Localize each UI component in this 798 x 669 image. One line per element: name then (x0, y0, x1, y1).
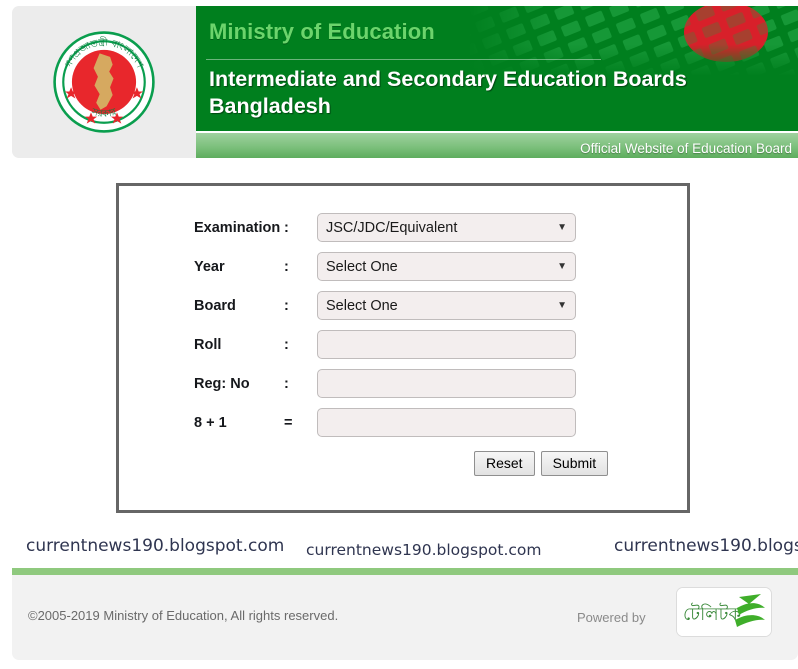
flag-band: Ministry of Education Intermediate and S… (196, 6, 798, 131)
header-divider (206, 59, 601, 60)
logo-panel: গণপ্রজাতন্ত্রী বাংলাদেশ সরকার (12, 6, 196, 158)
label-roll: Roll (194, 336, 222, 353)
separator-registration: : (284, 375, 289, 392)
form-row-registration: Reg: No : (119, 364, 687, 403)
site-header: গণপ্রজাতন্ত্রী বাংলাদেশ সরকার Ministry o… (6, 0, 798, 158)
separator-board: : (284, 297, 289, 314)
label-year: Year (194, 258, 225, 275)
teletalk-logo-icon: টেলিটক (677, 588, 771, 636)
chevron-down-icon: ▼ (557, 300, 567, 311)
separator-year: : (284, 258, 289, 275)
copyright-text: ©2005-2019 Ministry of Education, All ri… (28, 608, 339, 623)
chevron-down-icon: ▼ (557, 261, 567, 272)
separator-roll: : (284, 336, 289, 353)
form-actions: Reset Submit (119, 442, 687, 484)
select-year[interactable]: Select One ▼ (317, 252, 576, 281)
form-row-board: Board : Select One ▼ (119, 286, 687, 325)
ministry-row: Ministry of Education (196, 6, 798, 58)
form-row-examination: Examination : JSC/JDC/Equivalent ▼ (119, 208, 687, 247)
form-fields: Examination : JSC/JDC/Equivalent ▼ Year … (119, 186, 687, 484)
roll-input[interactable] (317, 330, 576, 359)
form-row-year: Year : Select One ▼ (119, 247, 687, 286)
watermark-text: currentnews190.blogspot.com (306, 541, 542, 559)
footer-divider (12, 568, 798, 575)
svg-text:টেলিটক: টেলিটক (683, 603, 741, 625)
select-board[interactable]: Select One ▼ (317, 291, 576, 320)
powered-by-text: Powered by (577, 610, 646, 625)
registration-input[interactable] (317, 369, 576, 398)
boards-title: Intermediate and Secondary Education Boa… (209, 67, 687, 118)
bangladesh-government-emblem-icon: গণপ্রজাতন্ত্রী বাংলাদেশ সরকার (53, 31, 155, 133)
page-container: গণপ্রজাতন্ত্রী বাংলাদেশ সরকার Ministry o… (6, 0, 798, 669)
teletalk-logo[interactable]: টেলিটক (676, 587, 772, 637)
label-registration: Reg: No (194, 375, 250, 392)
ministry-title: Ministry of Education (209, 19, 435, 44)
official-website-text: Official Website of Education Board (580, 141, 792, 156)
select-year-value: Select One (326, 258, 398, 275)
watermark-text: currentnews190.blogsp (614, 536, 798, 556)
chevron-down-icon: ▼ (557, 222, 567, 233)
submit-button[interactable]: Submit (540, 450, 609, 476)
label-captcha: 8 + 1 (194, 414, 227, 431)
watermark-text: currentnews190.blogspot.com (26, 536, 285, 556)
label-board: Board (194, 297, 236, 314)
official-website-bar: Official Website of Education Board (196, 133, 798, 158)
select-board-value: Select One (326, 297, 398, 314)
separator-examination: : (284, 219, 289, 236)
select-examination-value: JSC/JDC/Equivalent (326, 219, 458, 236)
form-row-roll: Roll : (119, 325, 687, 364)
form-row-captcha: 8 + 1 = (119, 403, 687, 442)
result-search-form: Examination : JSC/JDC/Equivalent ▼ Year … (116, 183, 690, 513)
label-examination: Examination (194, 219, 281, 236)
header-banner: Ministry of Education Intermediate and S… (196, 6, 798, 158)
separator-captcha: = (284, 414, 293, 431)
reset-button[interactable]: Reset (474, 450, 535, 476)
select-examination[interactable]: JSC/JDC/Equivalent ▼ (317, 213, 576, 242)
captcha-input[interactable] (317, 408, 576, 437)
